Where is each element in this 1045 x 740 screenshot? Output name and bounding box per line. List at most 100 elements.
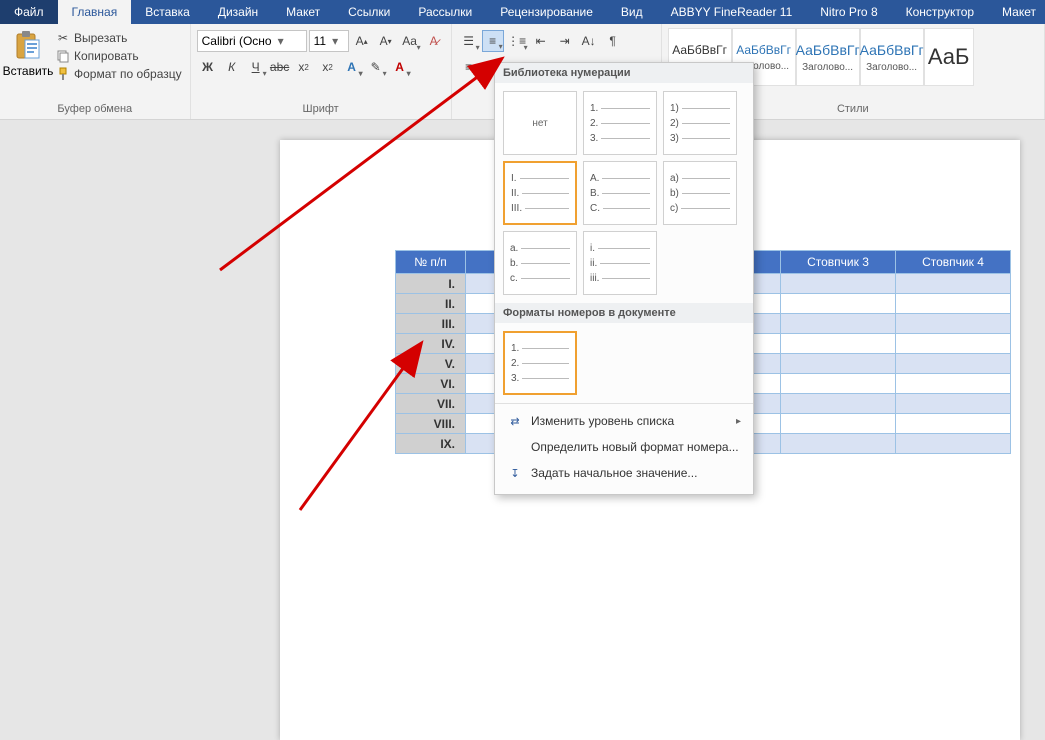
numbering-tile-none[interactable]: нет bbox=[503, 91, 577, 155]
tab-abbyy[interactable]: ABBYY FineReader 11 bbox=[657, 0, 807, 24]
table-cell[interactable] bbox=[781, 414, 896, 434]
table-cell-num[interactable]: I. bbox=[396, 274, 466, 294]
group-clipboard-label: Буфер обмена bbox=[6, 101, 184, 119]
underline-button[interactable]: Ч▾ bbox=[245, 56, 267, 78]
grow-font-button[interactable]: A▴ bbox=[351, 30, 373, 52]
tab-design[interactable]: Дизайн bbox=[204, 0, 272, 24]
table-cell[interactable] bbox=[896, 374, 1011, 394]
paste-icon bbox=[14, 30, 42, 62]
menu-set-start-value[interactable]: ↧ Задать начальное значение... bbox=[495, 460, 753, 486]
outdent-icon: ⇤ bbox=[536, 34, 546, 48]
bullets-button[interactable]: ☰▾ bbox=[458, 30, 480, 52]
subscript-button[interactable]: x2 bbox=[293, 56, 315, 78]
table-cell[interactable] bbox=[896, 354, 1011, 374]
tab-insert[interactable]: Вставка bbox=[131, 0, 204, 24]
table-cell-num[interactable]: VIII. bbox=[396, 414, 466, 434]
table-cell-num[interactable]: IX. bbox=[396, 434, 466, 454]
numbering-library-grid: нет 1. 2. 3. 1) 2) 3) I. II. III. A. B. … bbox=[495, 83, 753, 303]
table-cell[interactable] bbox=[896, 274, 1011, 294]
tab-home[interactable]: Главная bbox=[58, 0, 132, 24]
table-cell[interactable] bbox=[896, 434, 1011, 454]
strikethrough-button[interactable]: abc bbox=[269, 56, 291, 78]
paste-button[interactable]: Вставить bbox=[6, 26, 50, 78]
numbering-tile-alpha-upper[interactable]: A. B. C. bbox=[583, 161, 657, 225]
tab-file[interactable]: Файл bbox=[0, 0, 58, 24]
table-cell-num[interactable]: II. bbox=[396, 294, 466, 314]
style-tile-h3[interactable]: АаБбВвГг Заголово... bbox=[860, 28, 924, 86]
numbering-tile-alpha-lower-paren[interactable]: a) b) c) bbox=[663, 161, 737, 225]
italic-button[interactable]: К bbox=[221, 56, 243, 78]
numbering-doc-tile[interactable]: 1. 2. 3. bbox=[503, 331, 577, 395]
multilevel-button[interactable]: ⋮≡▾ bbox=[506, 30, 528, 52]
align-left-icon: ≡ bbox=[465, 60, 472, 74]
numbering-tile-roman-upper[interactable]: I. II. III. bbox=[503, 161, 577, 225]
font-size-combo[interactable]: 11▾ bbox=[309, 30, 349, 52]
format-painter-button[interactable]: Формат по образцу bbox=[54, 66, 184, 82]
align-left-button[interactable]: ≡ bbox=[458, 56, 480, 78]
table-cell[interactable] bbox=[896, 294, 1011, 314]
table-cell-num[interactable]: V. bbox=[396, 354, 466, 374]
copy-icon bbox=[56, 49, 70, 63]
numbering-tile-alpha-lower-dot[interactable]: a. b. c. bbox=[503, 231, 577, 295]
tab-constructor[interactable]: Конструктор bbox=[892, 0, 988, 24]
table-cell[interactable] bbox=[896, 394, 1011, 414]
cut-button[interactable]: ✂ Вырезать bbox=[54, 30, 184, 46]
sort-button[interactable]: A↓ bbox=[578, 30, 600, 52]
menu-define-new-format[interactable]: Определить новый формат номера... bbox=[495, 434, 753, 460]
shrink-font-button[interactable]: A▾ bbox=[375, 30, 397, 52]
table-cell[interactable] bbox=[896, 414, 1011, 434]
numbering-tile-roman-lower[interactable]: i. ii. iii. bbox=[583, 231, 657, 295]
style-tile-big[interactable]: АаБ bbox=[924, 28, 974, 86]
table-cell-num[interactable]: III. bbox=[396, 314, 466, 334]
table-cell[interactable] bbox=[896, 314, 1011, 334]
tab-nitro[interactable]: Nitro Pro 8 bbox=[806, 0, 891, 24]
table-header-4[interactable]: Стовпчик 4 bbox=[896, 251, 1011, 274]
table-cell[interactable] bbox=[781, 374, 896, 394]
menu-change-list-level[interactable]: ⇄ Изменить уровень списка ▸ bbox=[495, 408, 753, 434]
list-level-icon: ⇄ bbox=[507, 413, 523, 429]
style-preview: АаБбВвГг bbox=[672, 43, 727, 57]
tab-review[interactable]: Рецензирование bbox=[486, 0, 607, 24]
table-header-num[interactable]: № п/п bbox=[396, 251, 466, 274]
style-tile-h2[interactable]: АаБбВвГгЗаголово... bbox=[796, 28, 860, 86]
tab-view[interactable]: Вид bbox=[607, 0, 657, 24]
numbering-doc-formats-header: Форматы номеров в документе bbox=[495, 303, 753, 323]
chevron-down-icon: ▾ bbox=[276, 34, 286, 48]
table-cell[interactable] bbox=[781, 434, 896, 454]
numbering-button[interactable]: ≡▾ bbox=[482, 30, 504, 52]
decrease-indent-button[interactable]: ⇤ bbox=[530, 30, 552, 52]
numbering-tile-decimal-dot[interactable]: 1. 2. 3. bbox=[583, 91, 657, 155]
bold-button[interactable]: Ж bbox=[197, 56, 219, 78]
text-effects-button[interactable]: A▾ bbox=[341, 56, 363, 78]
font-name-combo[interactable]: Calibri (Осно▾ bbox=[197, 30, 307, 52]
table-header-3[interactable]: Стовпчик 3 bbox=[781, 251, 896, 274]
highlight-button[interactable]: ✎▾ bbox=[365, 56, 387, 78]
clear-formatting-button[interactable]: A̷ bbox=[423, 30, 445, 52]
increase-indent-button[interactable]: ⇥ bbox=[554, 30, 576, 52]
tab-layout[interactable]: Макет bbox=[272, 0, 334, 24]
table-cell[interactable] bbox=[781, 314, 896, 334]
numbering-tile-decimal-paren[interactable]: 1) 2) 3) bbox=[663, 91, 737, 155]
show-marks-button[interactable]: ¶ bbox=[602, 30, 624, 52]
change-case-button[interactable]: Aa▾ bbox=[399, 30, 421, 52]
style-preview: АаБбВвГг bbox=[860, 42, 924, 58]
style-label: Заголово... bbox=[866, 62, 917, 73]
copy-button[interactable]: Копировать bbox=[54, 48, 184, 64]
tab-references[interactable]: Ссылки bbox=[334, 0, 404, 24]
brush-icon bbox=[56, 67, 70, 81]
table-cell-num[interactable]: IV. bbox=[396, 334, 466, 354]
table-cell-num[interactable]: VII. bbox=[396, 394, 466, 414]
table-cell[interactable] bbox=[781, 294, 896, 314]
tab-mailings[interactable]: Рассылки bbox=[404, 0, 486, 24]
table-cell[interactable] bbox=[896, 334, 1011, 354]
cut-label: Вырезать bbox=[74, 31, 127, 45]
table-cell[interactable] bbox=[781, 274, 896, 294]
superscript-button[interactable]: x2 bbox=[317, 56, 339, 78]
table-cell-num[interactable]: VI. bbox=[396, 374, 466, 394]
font-color-button[interactable]: A▾ bbox=[389, 56, 411, 78]
chevron-right-icon: ▸ bbox=[736, 416, 741, 427]
table-cell[interactable] bbox=[781, 334, 896, 354]
table-cell[interactable] bbox=[781, 394, 896, 414]
tab-layout2[interactable]: Макет bbox=[988, 0, 1045, 24]
table-cell[interactable] bbox=[781, 354, 896, 374]
